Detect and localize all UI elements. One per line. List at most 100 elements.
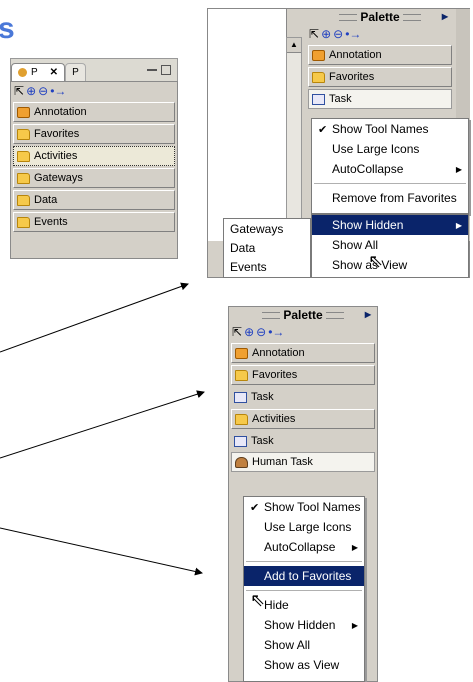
menu-item-show-tool-names[interactable]: ✔ Show Tool Names <box>244 497 364 517</box>
menu-item-show-as-view[interactable]: Show as View <box>312 255 468 275</box>
annotation-icon <box>312 49 325 61</box>
palette-drawer-activities[interactable]: Activities <box>231 409 375 429</box>
task-icon <box>312 93 325 105</box>
menu-label: Show Hidden <box>332 218 404 232</box>
context-menu-3: ✔ Show Tool Names Use Large Icons AutoCol… <box>243 496 365 682</box>
menu-item-autocollapse[interactable]: AutoCollapse ▶ <box>244 537 364 557</box>
palette-drawer-annotation[interactable]: Annotation <box>308 45 452 65</box>
menu-separator <box>246 561 362 562</box>
drawer-label: Activities <box>252 413 296 425</box>
connection-icon[interactable]: •→ <box>345 27 361 41</box>
context-menu-2: ✔ Show Tool Names Use Large Icons AutoCol… <box>311 118 469 214</box>
close-icon[interactable]: ✕ <box>50 67 58 78</box>
triangle-right-icon[interactable]: ▶ <box>442 12 448 21</box>
zoom-in-icon[interactable]: ⊕ <box>26 84 36 98</box>
palette-drawer-events[interactable]: Events <box>13 212 175 232</box>
hidden-item-gateways[interactable]: Gateways <box>224 219 310 238</box>
select-pointer-icon[interactable]: ⇱ <box>309 27 319 41</box>
zoom-in-icon[interactable]: ⊕ <box>321 27 331 41</box>
menu-label: Add to Favorites <box>264 569 352 583</box>
menu-label: Show Hidden <box>264 618 336 632</box>
menu-label: Show All <box>332 238 379 252</box>
zoom-in-icon[interactable]: ⊕ <box>244 325 254 339</box>
menu-item-use-large-icons[interactable]: Use Large Icons <box>312 139 468 159</box>
menu-item-show-as-view[interactable]: Show as View <box>244 655 364 675</box>
editor-canvas <box>208 9 287 241</box>
menu-item-show-all[interactable]: Show All <box>312 235 468 255</box>
palette-drawer-favorites[interactable]: Favorites <box>308 67 452 87</box>
palette-drawer-data[interactable]: Data <box>13 190 175 210</box>
annotation-icon <box>235 347 248 359</box>
palette-entry-human-task[interactable]: Human Task <box>231 452 375 472</box>
palette-drawer-favorites[interactable]: Favorites <box>231 365 375 385</box>
check-icon: ✔ <box>318 123 328 136</box>
palette-tab-icon <box>18 68 27 77</box>
item-label: Gateways <box>230 221 284 236</box>
folder-icon <box>17 128 30 140</box>
folder-icon <box>312 71 325 83</box>
scrollbar[interactable]: ▲ <box>286 37 302 241</box>
menu-label: AutoCollapse <box>332 162 404 176</box>
menu-label: Use Large Icons <box>332 142 420 156</box>
palette-drawer-favorites[interactable]: Favorites <box>13 124 175 144</box>
select-pointer-icon[interactable]: ⇱ <box>232 325 242 339</box>
menu-item-show-all[interactable]: Show All <box>244 635 364 655</box>
annotation-icon <box>17 106 30 118</box>
zoom-out-icon[interactable]: ⊖ <box>333 27 343 41</box>
folder-icon <box>17 150 30 162</box>
connection-icon[interactable]: •→ <box>50 84 66 98</box>
tab-palette[interactable]: P ✕ <box>11 63 66 81</box>
zoom-out-icon[interactable]: ⊖ <box>38 84 48 98</box>
folder-icon <box>17 194 30 206</box>
folder-icon <box>17 172 30 184</box>
tab-label: P <box>72 67 79 78</box>
menu-item-add-to-favorites[interactable]: Add to Favorites <box>244 566 364 586</box>
palette-drawer-annotation[interactable]: Annotation <box>231 343 375 363</box>
minimize-icon[interactable] <box>147 69 157 71</box>
palette-body: ⇱ ⊕ ⊖ •→ Annotation Favorites Activities… <box>10 81 178 259</box>
menu-label: Remove from Favorites <box>332 191 457 205</box>
menu-label: Show All <box>264 638 311 652</box>
scroll-up-icon[interactable]: ▲ <box>287 38 301 53</box>
arrow-line-3 <box>0 527 203 576</box>
palette-drawer-annotation[interactable]: Annotation <box>13 102 175 122</box>
task-icon <box>234 435 247 447</box>
palette-entry-task[interactable]: Task <box>231 431 375 451</box>
menu-item-show-hidden[interactable]: Show Hidden ▶ <box>244 615 364 635</box>
drawer-label: Favorites <box>252 369 298 381</box>
menu-item-autocollapse[interactable]: AutoCollapse ▶ <box>312 159 468 179</box>
tab-other[interactable]: P <box>65 63 86 81</box>
tool-row: ⇱ ⊕ ⊖ •→ <box>11 82 177 100</box>
triangle-right-icon[interactable]: ▶ <box>365 310 371 319</box>
tool-row: ⇱ ⊕ ⊖ •→ <box>229 323 377 341</box>
connection-icon[interactable]: •→ <box>268 325 284 339</box>
submenu-arrow-icon: ▶ <box>351 620 358 630</box>
zoom-out-icon[interactable]: ⊖ <box>256 325 266 339</box>
header-grip <box>402 13 421 21</box>
show-hidden-submenu: Show Hidden ▶ Show All Show as View <box>311 214 469 278</box>
palette-entry-task[interactable]: Task <box>308 89 452 109</box>
drawer-label: Activities <box>34 150 78 162</box>
menu-label: Show Tool Names <box>332 122 429 136</box>
arrow-line-1 <box>0 282 189 353</box>
menu-item-show-hidden[interactable]: Show Hidden ▶ <box>312 215 468 235</box>
hidden-item-events[interactable]: Events <box>224 257 310 276</box>
palette-panel-1: P ✕ P ⇱ ⊕ ⊖ •→ Annotation Favorites Acti… <box>10 58 178 259</box>
drawer-label: Favorites <box>329 71 375 83</box>
palette-drawer-activities[interactable]: Activities <box>13 146 175 166</box>
maximize-icon[interactable] <box>161 65 171 75</box>
palette-title: Palette <box>360 10 400 24</box>
menu-label: Show Tool Names <box>264 500 361 514</box>
entry-label: Task <box>329 93 352 105</box>
menu-separator <box>314 183 466 184</box>
menu-item-use-large-icons[interactable]: Use Large Icons <box>244 517 364 537</box>
item-label: Events <box>230 259 267 274</box>
hidden-item-data[interactable]: Data <box>224 238 310 257</box>
select-pointer-icon[interactable]: ⇱ <box>14 84 24 98</box>
palette-entry-task[interactable]: Task <box>231 387 375 407</box>
drawer-label: Favorites <box>34 128 80 140</box>
menu-item-show-tool-names[interactable]: ✔ Show Tool Names <box>312 119 468 139</box>
menu-item-remove-from-favorites[interactable]: Remove from Favorites <box>312 188 468 208</box>
palette-drawer-gateways[interactable]: Gateways <box>13 168 175 188</box>
submenu-arrow-icon: ▶ <box>351 542 358 552</box>
